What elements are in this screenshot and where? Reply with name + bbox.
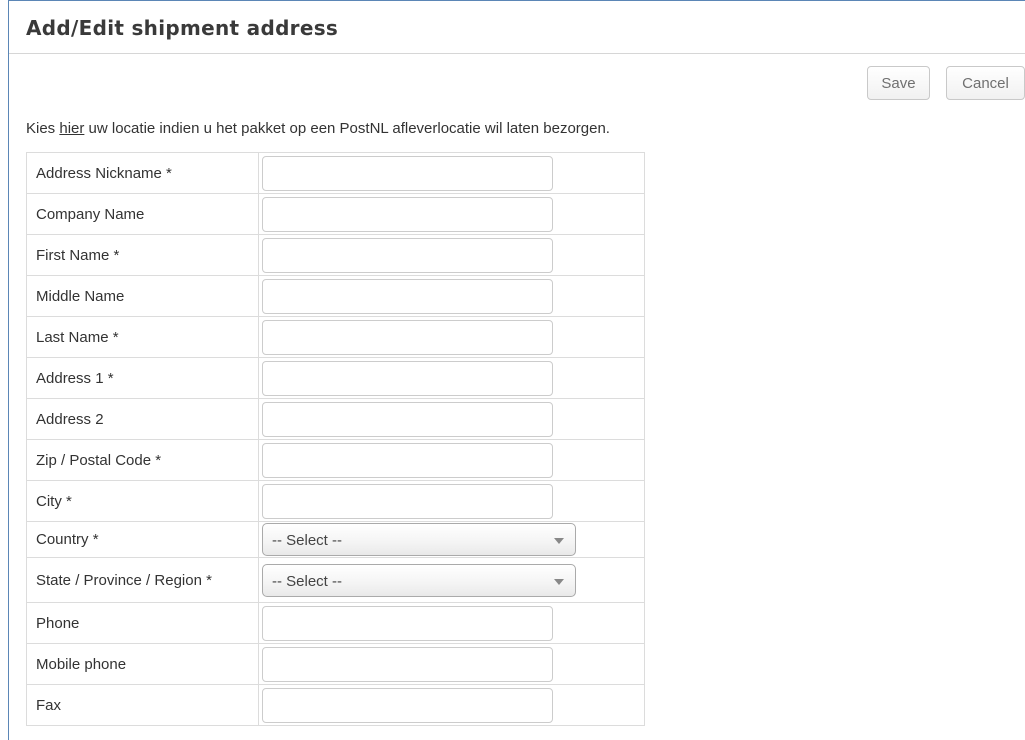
form-row-address-nickname: Address Nickname * [26, 152, 645, 194]
field-label: State / Province / Region * [36, 571, 212, 589]
phone-input[interactable] [262, 605, 553, 641]
country-select[interactable]: -- Select -- [262, 523, 576, 556]
title-divider [9, 53, 1025, 54]
form-row-phone: Phone [26, 602, 645, 644]
state-selected-value: -- Select -- [272, 572, 343, 590]
field-label: Address 2 [26, 398, 259, 440]
field-label: Mobile phone [26, 643, 259, 685]
field-label: Phone [26, 602, 259, 644]
fax-input[interactable] [262, 687, 553, 723]
form-row-middle-name: Middle Name [26, 275, 645, 317]
field-label: Last Name * [26, 316, 259, 358]
form-row-country: Country * -- Select -- [26, 521, 645, 558]
form-row-address-1: Address 1 * [26, 357, 645, 399]
form-row-last-name: Last Name * [26, 316, 645, 358]
field-label: City * [26, 480, 259, 522]
hint-prefix: Kies [26, 120, 60, 137]
form-row-mobile-phone: Mobile phone [26, 643, 645, 685]
address-1-input[interactable] [262, 360, 553, 396]
hint-suffix: uw locatie indien u het pakket op een Po… [84, 120, 610, 137]
middle-name-input[interactable] [262, 278, 553, 314]
form-row-company-name: Company Name [26, 193, 645, 235]
zip-postal-code-input[interactable] [262, 442, 553, 478]
address-nickname-input[interactable] [262, 155, 553, 191]
city-input[interactable] [262, 483, 553, 519]
form-row-city: City * [26, 480, 645, 522]
state-province-select[interactable]: -- Select -- [262, 563, 576, 597]
address-form: Address Nickname * Company Name First Na… [26, 152, 645, 726]
field-label: Address 1 * [26, 357, 259, 399]
postnl-location-link[interactable]: hier [59, 120, 84, 137]
form-row-state: State / Province / Region * -- Select -- [26, 557, 645, 603]
chevron-down-icon [554, 538, 564, 544]
chevron-down-icon [554, 578, 564, 585]
cancel-button[interactable]: Cancel [946, 66, 1025, 100]
country-selected-value: -- Select -- [272, 532, 343, 549]
postnl-hint: Kies hier uw locatie indien u het pakket… [26, 120, 610, 137]
last-name-input[interactable] [262, 319, 553, 355]
field-label: Fax [26, 684, 259, 726]
form-row-address-2: Address 2 [26, 398, 645, 440]
page-title: Add/Edit shipment address [26, 16, 339, 40]
mobile-phone-input[interactable] [262, 646, 553, 682]
field-label: Address Nickname * [26, 152, 259, 194]
address-2-input[interactable] [262, 401, 553, 437]
field-label: Middle Name [26, 275, 259, 317]
save-button[interactable]: Save [867, 66, 930, 100]
first-name-input[interactable] [262, 237, 553, 273]
company-name-input[interactable] [262, 196, 553, 232]
field-label: Zip / Postal Code * [26, 439, 259, 481]
field-label: First Name * [26, 234, 259, 276]
form-row-first-name: First Name * [26, 234, 645, 276]
form-row-zip: Zip / Postal Code * [26, 439, 645, 481]
field-label: Company Name [26, 193, 259, 235]
form-row-fax: Fax [26, 684, 645, 726]
field-label: Country * [26, 521, 259, 558]
